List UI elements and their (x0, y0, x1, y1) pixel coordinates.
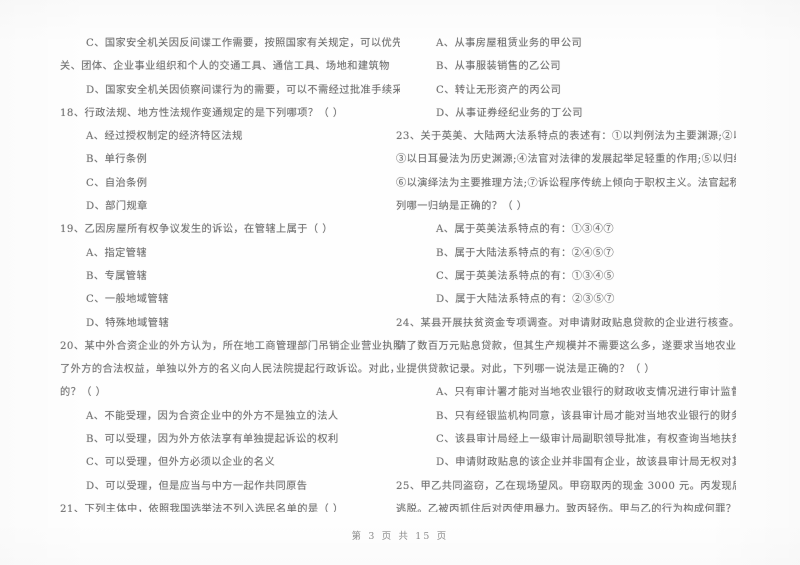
page-footer: 第 3 页 共 15 页 (351, 531, 449, 542)
left-line-15: 的？（ ） (60, 387, 107, 399)
right-line-10: C、属于英美法系特点的有：①③④⑤ (436, 270, 615, 282)
right-line-15: A、只有审计署才能对当地农业银行的财政收支情况进行审计监督 (436, 387, 736, 399)
left-line-3: 18、行政法规、地方性法规作变通规定的是下列哪项？（ ） (60, 107, 344, 119)
right-line-13: 请了数百万元贴息贷款，但其生产规模并不需要这么多，遂要求当地农业银行、扶贫办和该… (396, 340, 736, 352)
right-line-12: 24、某县开展扶贫资金专项调查。对申请财政贴息贷款的企业进行核查。审计中发现某企… (396, 317, 736, 329)
right-line-2: C、转让无形资产的丙公司 (436, 84, 562, 96)
right-line-1: B、从事服装销售的乙公司 (436, 61, 561, 73)
right-line-5: ③以日耳曼法为历史渊源;④法官对法律的发展起举足轻重的作用;⑤以归纳为主要推理方… (396, 154, 736, 166)
right-line-17: C、该县审计局经上一级审计局副职领导批准，有权查询当地扶贫办在银行的账户 (436, 434, 736, 446)
exam-page: C、国家安全机关因反间谍工作需要，按照国家有关规定，可以优先使用或者依法征用机关… (0, 0, 800, 565)
left-line-1: 关、团体、企业事业组织和个人的交通工具、通信工具、场地和建筑物 (60, 61, 390, 73)
right-line-11: D、属于大陆法系特点的有：②③⑤⑦ (436, 294, 615, 306)
right-line-0: A、从事房屋租赁业务的甲公司 (436, 38, 583, 49)
right-line-4: 23、关于英美、大陆两大法系特点的表述有：①以判例法为主要渊源;②以制定法为主要… (396, 131, 736, 143)
left-line-0: C、国家安全机关因反间谍工作需要，按照国家有关规定，可以优先使用或者依法征用机 (86, 38, 400, 49)
right-line-16: B、只有经银监机构同意，该县审计局才能对当地农业银行的财务收支进行审计监督 (436, 410, 736, 422)
left-line-7: D、部门规章 (86, 201, 148, 213)
right-line-3: D、从事证券经纪业务的丁公司 (436, 107, 583, 119)
right-line-9: B、属于大陆法系特点的有：②④⑤⑦ (436, 247, 615, 259)
left-line-12: D、特殊地域管辖 (86, 317, 170, 329)
left-line-13: 20、某中外合资企业的外方认为，所在地工商管理部门吊销企业营业执照的行政处罚决定… (60, 340, 400, 352)
right-line-14: 业提供贷款记录。对此，下列哪一说法是正确的？（ ） (396, 364, 655, 376)
question-column-right: A、从事房屋租赁业务的甲公司 B、从事服装销售的乙公司 C、转让无形资产的丙公司 D、… (396, 32, 736, 512)
left-line-20: 21、下列主体中，依照我国选举法不列入选民名单的是（ ） (60, 503, 344, 512)
left-line-2: D、国家安全机关因侦察间谍行为的需要，可以不需经过批准手续采取技术侦察措施 (86, 84, 400, 96)
right-line-19: 25、甲乙共同盗窃，乙在现场望风。甲窃取丙的现金 3000 元。丙发现后立即追赶… (396, 480, 736, 492)
left-line-4: A、经过授权制定的经济特区法规 (86, 131, 243, 143)
right-line-6: ⑥以演绎法为主要推理方法;⑦诉讼程序传统上倾向于职权主义。法官起积极主动的作用。… (396, 177, 736, 189)
left-line-18: C、可以受理，但外方必须以企业的名义 (86, 457, 276, 469)
left-line-17: B、可以受理，因为外方依法享有单独提起诉讼的权利 (86, 434, 339, 446)
left-line-6: C、自治条例 (86, 177, 148, 189)
left-line-14: 了外方的合法权益，单独以外方的名义向人民法院提起行政诉讼。对此，下列哪种说法是正… (60, 364, 400, 376)
left-line-5: B、单行条例 (86, 154, 148, 166)
left-line-16: A、不能受理，因为合资企业中的外方不是独立的法人 (86, 410, 339, 422)
left-line-11: C、一般地域管辖 (86, 294, 169, 306)
left-line-9: A、指定管辖 (86, 247, 147, 259)
right-line-20: 逃脱。乙被丙抓住后对丙使用暴力。致丙轻伤。甲与乙的行为构成何罪？（ ） (396, 503, 736, 512)
left-line-19: D、可以受理，但是应当与中方一起作共同原告 (86, 480, 308, 492)
left-line-8: 19、乙因房屋所有权争议发生的诉讼，在管辖上属于（ ） (60, 224, 333, 236)
left-line-10: B、专属管辖 (86, 270, 148, 282)
question-column-left: C、国家安全机关因反间谍工作需要，按照国家有关规定，可以优先使用或者依法征用机关… (60, 32, 400, 512)
right-line-7: 列哪一归纳是正确的？（ ） (396, 201, 528, 213)
right-line-8: A、属于英美法系特点的有：①③④⑦ (436, 224, 615, 236)
right-line-18: D、申请财政贴息的该企业并非国有企业，故该县审计局无权对其进行审计调查 (436, 457, 736, 469)
